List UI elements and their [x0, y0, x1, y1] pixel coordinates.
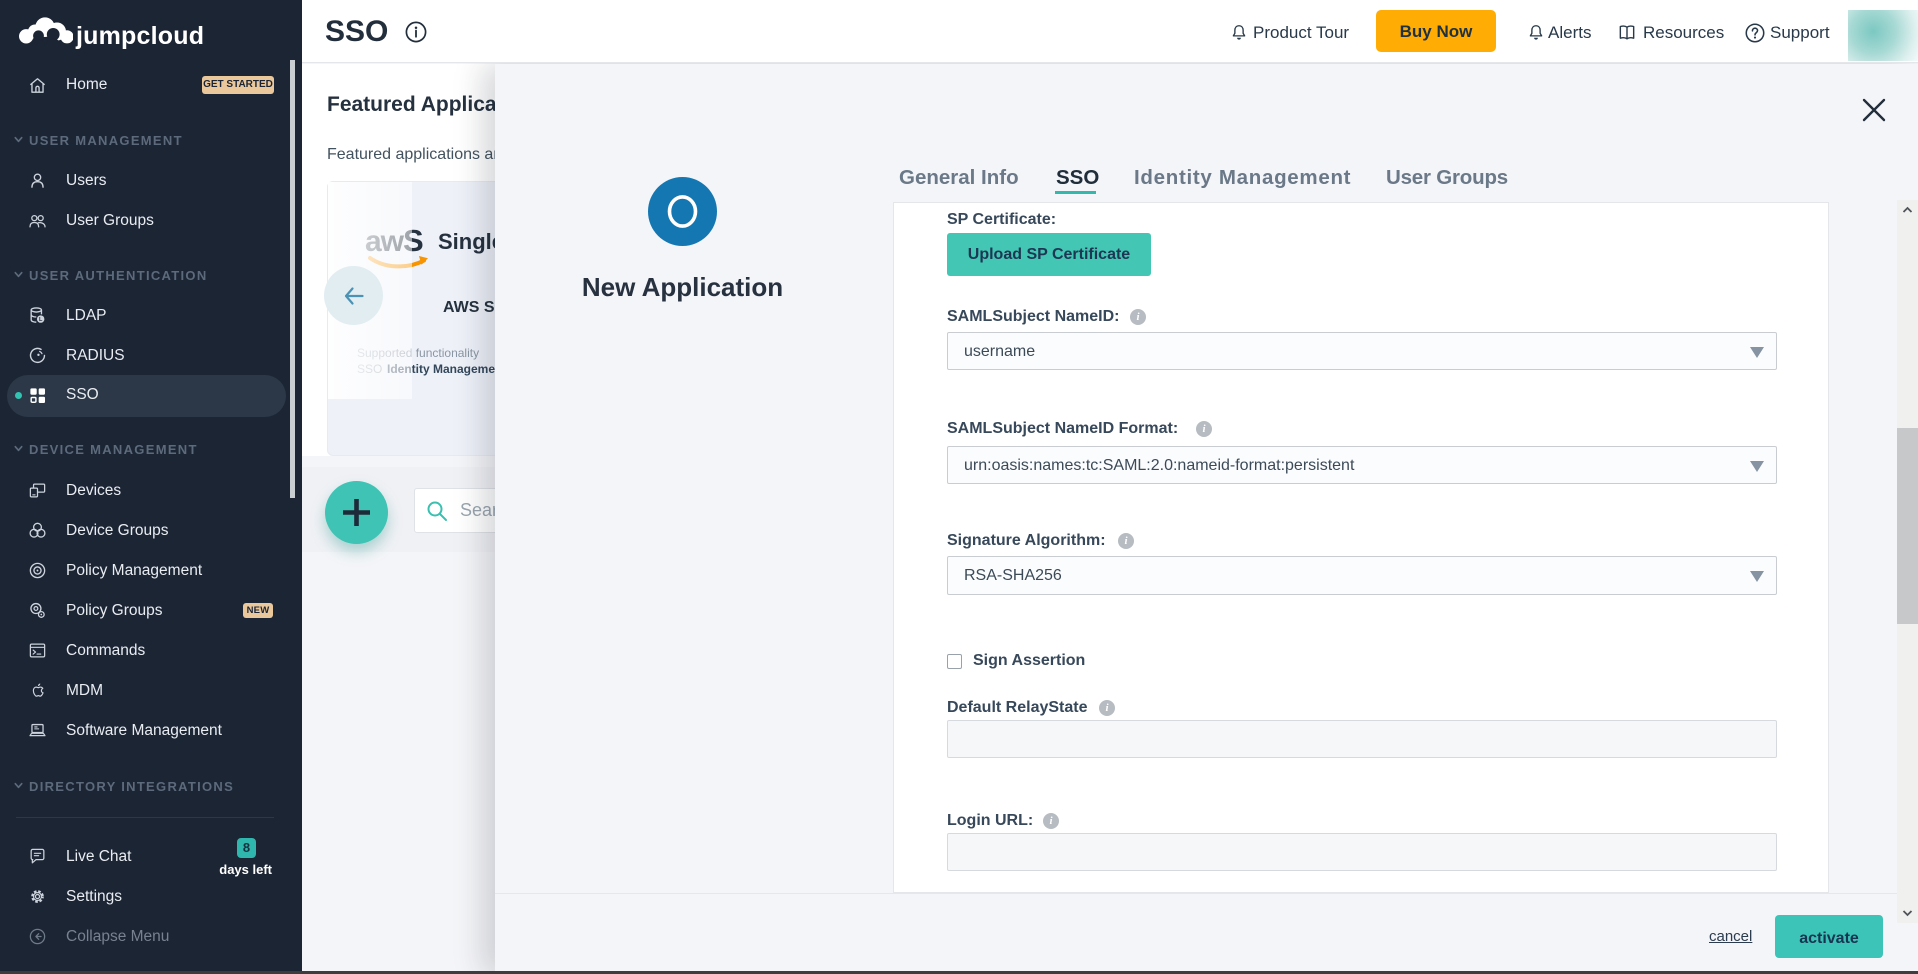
svg-text:L: L: [39, 317, 43, 323]
